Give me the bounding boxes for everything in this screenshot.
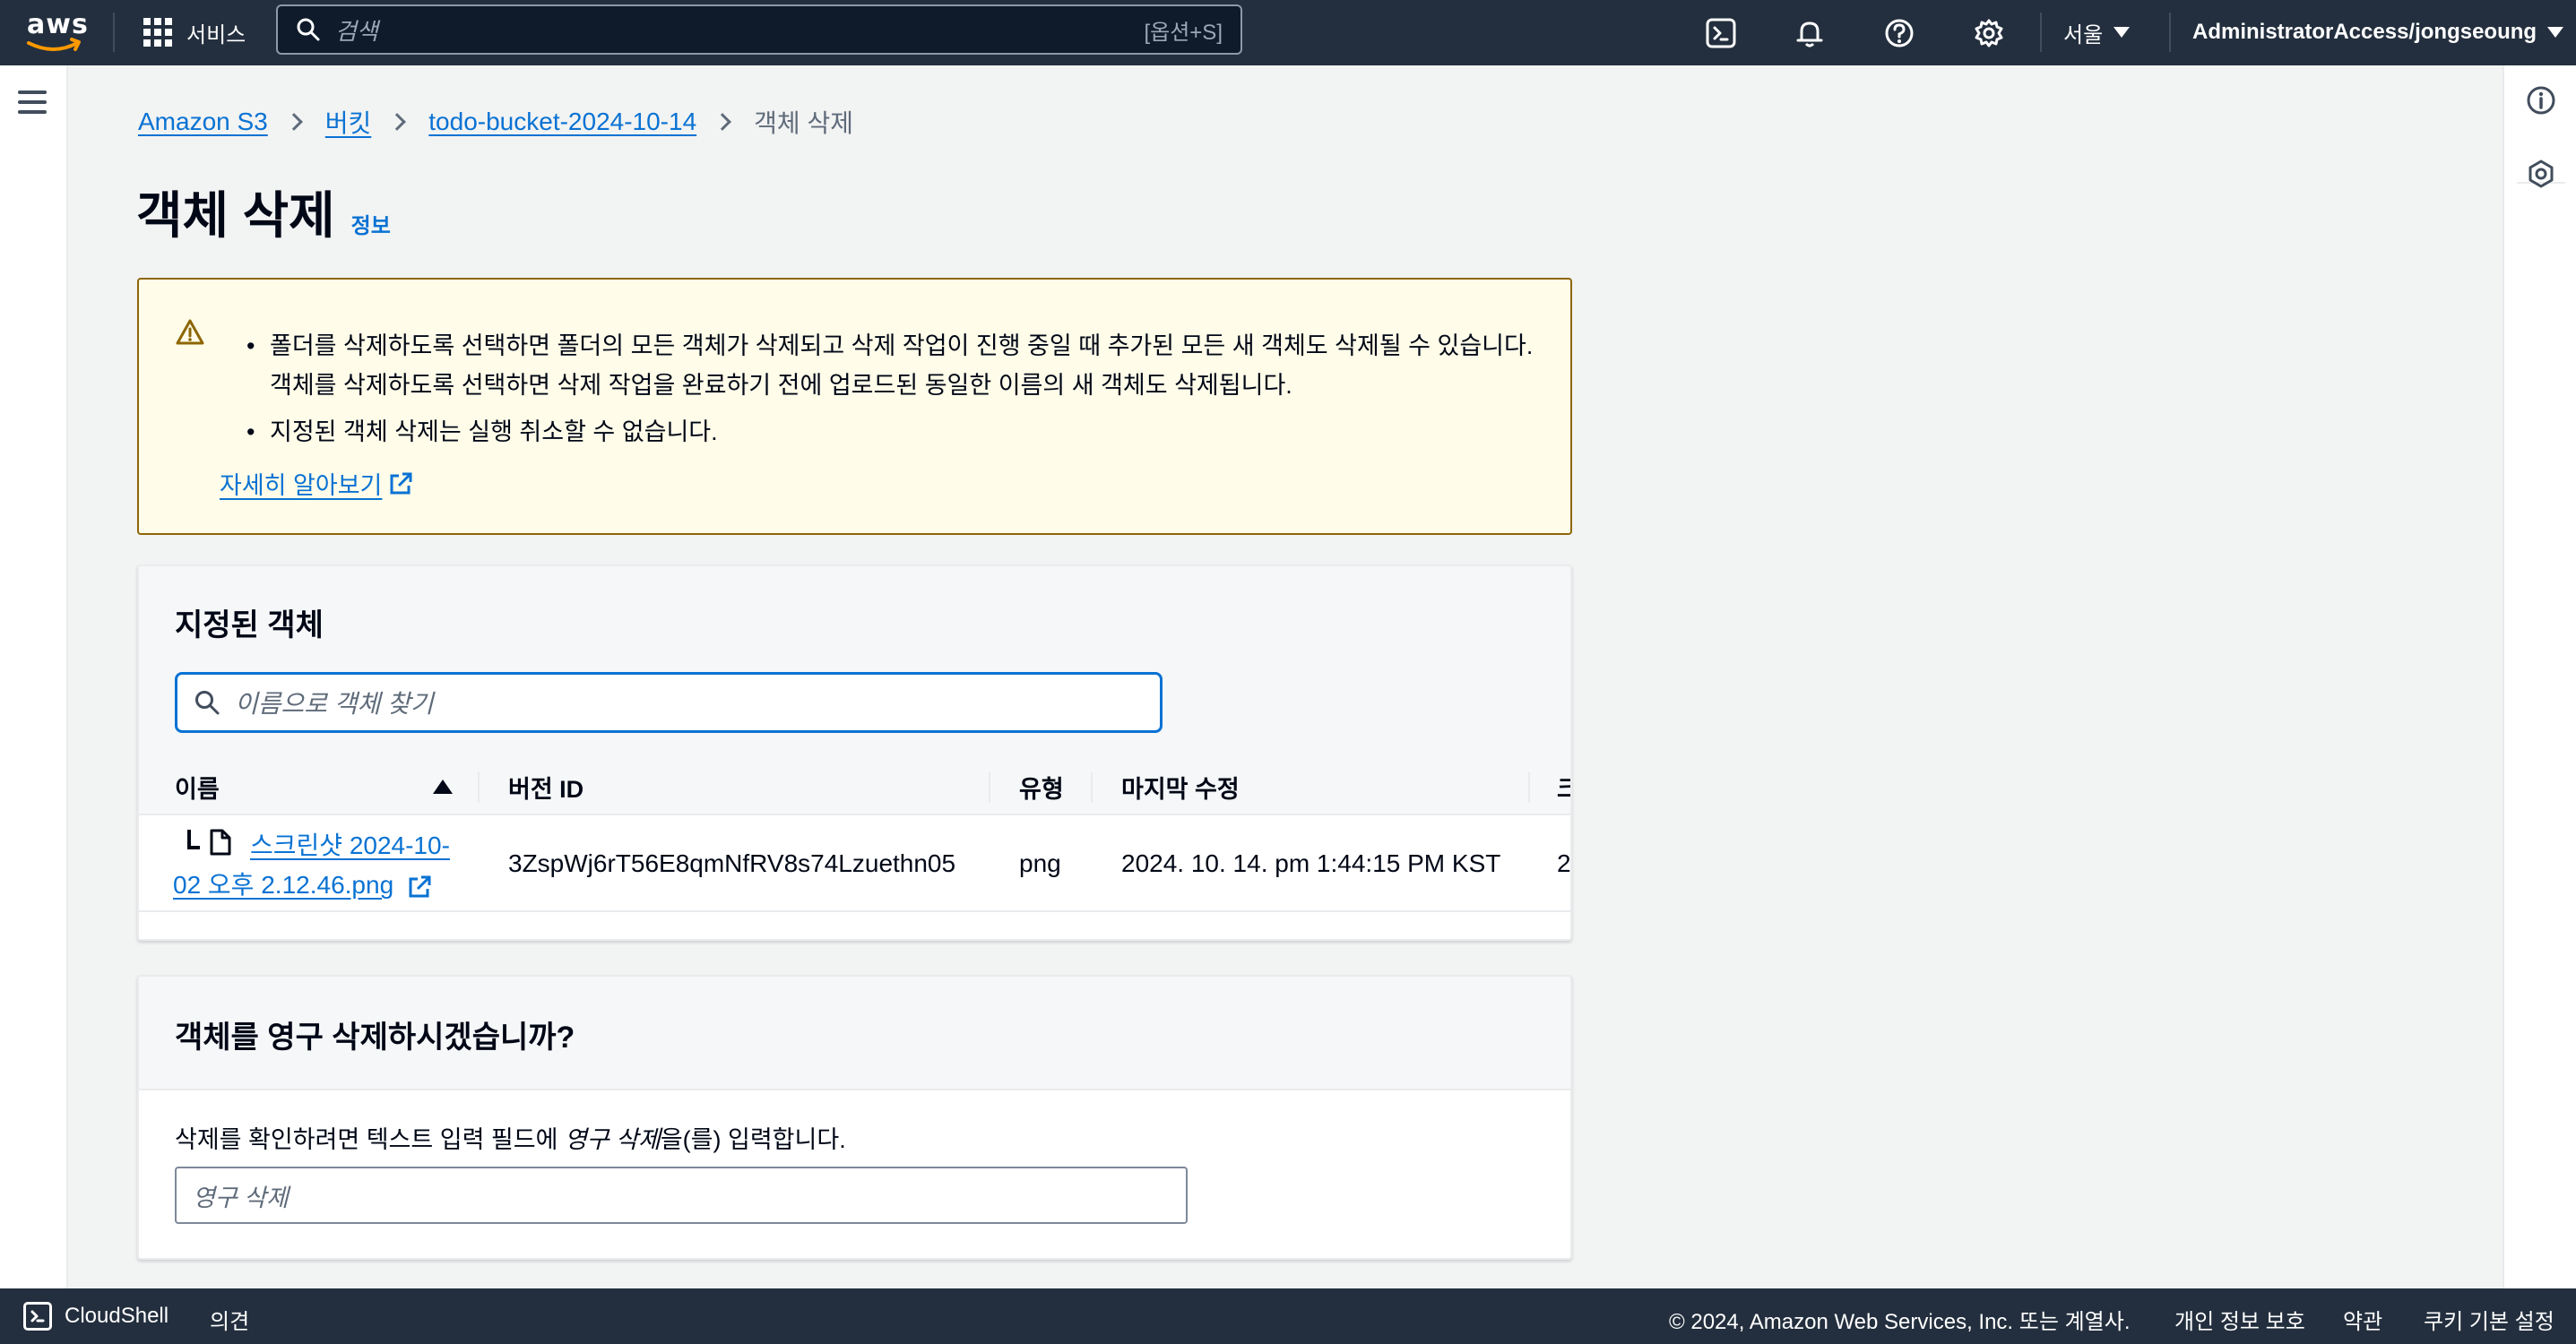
- column-divider[interactable]: [478, 772, 480, 803]
- terms-link[interactable]: 약관: [2343, 1304, 2382, 1335]
- specified-objects-panel: 지정된 객체 이름으로 객체 찾기 이름 버전 ID 유형 마지막 수정 크 스…: [137, 564, 1572, 941]
- bell-icon: [1796, 22, 1823, 47]
- column-name[interactable]: 이름: [175, 760, 220, 814]
- warning-item: 폴더를 삭제하도록 선택하면 폴더의 모든 객체가 삭제되고 삭제 작업이 진행…: [246, 326, 1537, 405]
- breadcrumb: Amazon S3 버킷 todo-bucket-2024-10-14 객체 삭…: [138, 104, 853, 140]
- chevron-right-icon: [713, 113, 732, 131]
- page-title-text: 객체 삭제: [136, 187, 335, 244]
- object-name-cell: 스크린샷 2024-10-02 오후 2.12.46.png: [173, 826, 478, 905]
- confirm-instructions: 삭제를 확인하려면 텍스트 입력 필드에 영구 삭제을(를) 입력합니다.: [175, 1120, 846, 1155]
- nav-divider: [2169, 13, 2171, 52]
- copyright-text: © 2024, Amazon Web Services, Inc. 또는 계열사…: [1669, 1310, 2131, 1334]
- privacy-link[interactable]: 개인 정보 보호: [2174, 1304, 2305, 1335]
- warning-alert: 폴더를 삭제하도록 선택하면 폴더의 모든 객체가 삭제되고 삭제 작업이 진행…: [137, 278, 1572, 535]
- info-circle-icon[interactable]: [2526, 85, 2556, 116]
- panel-title: 객체를 영구 삭제하시겠습니까?: [175, 1021, 575, 1055]
- search-icon: [195, 691, 220, 715]
- region-label: 서울: [2063, 22, 2104, 47]
- notifications-button[interactable]: [1793, 16, 1827, 50]
- panel-header: 객체를 영구 삭제하시겠습니까?: [139, 977, 1570, 1090]
- external-link-icon: [390, 472, 412, 494]
- warning-list: 폴더를 삭제하도록 선택하면 폴더의 모든 객체가 삭제되고 삭제 작업이 진행…: [246, 326, 1537, 459]
- feedback-link[interactable]: 의견: [210, 1304, 249, 1335]
- cookie-preferences-link[interactable]: 쿠키 기본 설정: [2424, 1304, 2554, 1335]
- last-modified-cell: 2024. 10. 14. pm 1:44:15 PM KST: [1121, 849, 1501, 877]
- filter-placeholder: 이름으로 객체 찾기: [235, 690, 434, 718]
- sort-ascending-icon[interactable]: [433, 780, 453, 794]
- search-shortcut: [옵션+S]: [1144, 20, 1223, 45]
- breadcrumb-buckets[interactable]: 버킷: [325, 104, 372, 140]
- aws-smile-icon: [27, 38, 81, 51]
- cloudshell-label: CloudShell: [65, 1304, 169, 1328]
- column-last-modified[interactable]: 마지막 수정: [1121, 760, 1240, 814]
- size-cell: 2: [1557, 849, 1571, 877]
- panel-footer: [139, 914, 1570, 939]
- cloudshell-button[interactable]: [1704, 16, 1738, 50]
- grid-icon: [143, 18, 172, 47]
- table-row: 스크린샷 2024-10-02 오후 2.12.46.png 3ZspWj6rT…: [139, 815, 1571, 912]
- page-title: 객체 삭제 정보: [136, 176, 391, 248]
- console-footer: CloudShell 의견 © 2024, Amazon Web Service…: [0, 1288, 2576, 1344]
- nav-divider: [113, 13, 115, 52]
- column-version-id[interactable]: 버전 ID: [508, 760, 583, 814]
- settings-button[interactable]: [1972, 16, 2006, 50]
- terminal-icon: [23, 1302, 52, 1331]
- chevron-right-icon: [388, 113, 407, 131]
- confirm-label-text: 삭제를 확인하려면 텍스트 입력 필드에: [175, 1126, 565, 1153]
- search-placeholder: 검색: [335, 17, 378, 45]
- confirm-placeholder: 영구 삭제: [193, 1184, 289, 1211]
- right-side-rail: [2503, 65, 2576, 1288]
- tree-branch-icon: [187, 830, 200, 849]
- top-navigation: aws 서비스 검색 [옵션+S] 서울 AdministratorAccess…: [0, 0, 2576, 65]
- caret-down-icon: [2547, 27, 2564, 38]
- type-cell: png: [1019, 849, 1061, 877]
- learn-more-label: 자세히 알아보기: [220, 472, 383, 499]
- cloudshell-footer-button[interactable]: CloudShell: [23, 1302, 169, 1331]
- warning-item: 지정된 객체 삭제는 실행 취소할 수 없습니다.: [246, 412, 1537, 452]
- hexagon-icon[interactable]: [2526, 159, 2556, 189]
- learn-more-link[interactable]: 자세히 알아보기: [220, 466, 414, 501]
- confirm-label-suffix: 을(를) 입력합니다.: [660, 1126, 846, 1153]
- column-size[interactable]: 크: [1557, 760, 1570, 814]
- column-type[interactable]: 유형: [1019, 760, 1064, 814]
- left-side-rail: [0, 65, 68, 1288]
- terminal-icon: [1706, 18, 1736, 48]
- file-icon: [210, 829, 231, 856]
- warning-icon: [176, 319, 204, 345]
- chevron-right-icon: [284, 113, 303, 131]
- confirm-delete-panel: 객체를 영구 삭제하시겠습니까? 삭제를 확인하려면 텍스트 입력 필드에 영구…: [137, 975, 1572, 1260]
- external-link-icon[interactable]: [406, 874, 433, 900]
- breadcrumb-amazon-s3[interactable]: Amazon S3: [138, 108, 268, 136]
- table-header: 이름 버전 ID 유형 마지막 수정 크: [139, 760, 1570, 815]
- search-icon: [297, 18, 320, 41]
- account-menu[interactable]: AdministratorAccess/jongseoung: [2192, 13, 2564, 52]
- column-divider[interactable]: [1528, 772, 1530, 803]
- services-label: 서비스: [186, 22, 246, 47]
- confirm-keyword: 영구 삭제: [564, 1126, 661, 1153]
- services-menu-button[interactable]: 서비스: [143, 13, 246, 52]
- panel-title: 지정된 객체: [175, 608, 324, 642]
- menu-icon[interactable]: [18, 90, 47, 114]
- global-search-input[interactable]: 검색 [옵션+S]: [276, 4, 1242, 55]
- help-button[interactable]: [1882, 16, 1916, 50]
- breadcrumb-current: 객체 삭제: [754, 109, 853, 137]
- nav-divider: [2040, 13, 2042, 52]
- region-selector[interactable]: 서울: [2063, 13, 2131, 52]
- column-divider[interactable]: [1091, 772, 1093, 803]
- panel-header: 지정된 객체 이름으로 객체 찾기: [139, 566, 1570, 760]
- info-link[interactable]: 정보: [351, 208, 391, 239]
- caret-down-icon: [2114, 27, 2131, 38]
- column-divider[interactable]: [989, 772, 990, 803]
- help-icon: [1885, 19, 1914, 47]
- version-id-cell: 3ZspWj6rT56E8qmNfRV8s74Lzuethn05: [508, 849, 956, 877]
- breadcrumb-bucket-name[interactable]: todo-bucket-2024-10-14: [428, 108, 696, 136]
- object-filter-input[interactable]: 이름으로 객체 찾기: [175, 672, 1163, 733]
- account-label: AdministratorAccess/jongseoung: [2192, 20, 2537, 44]
- gear-icon: [1975, 19, 2003, 47]
- confirm-delete-input[interactable]: 영구 삭제: [175, 1167, 1188, 1224]
- aws-logo[interactable]: aws: [25, 7, 88, 57]
